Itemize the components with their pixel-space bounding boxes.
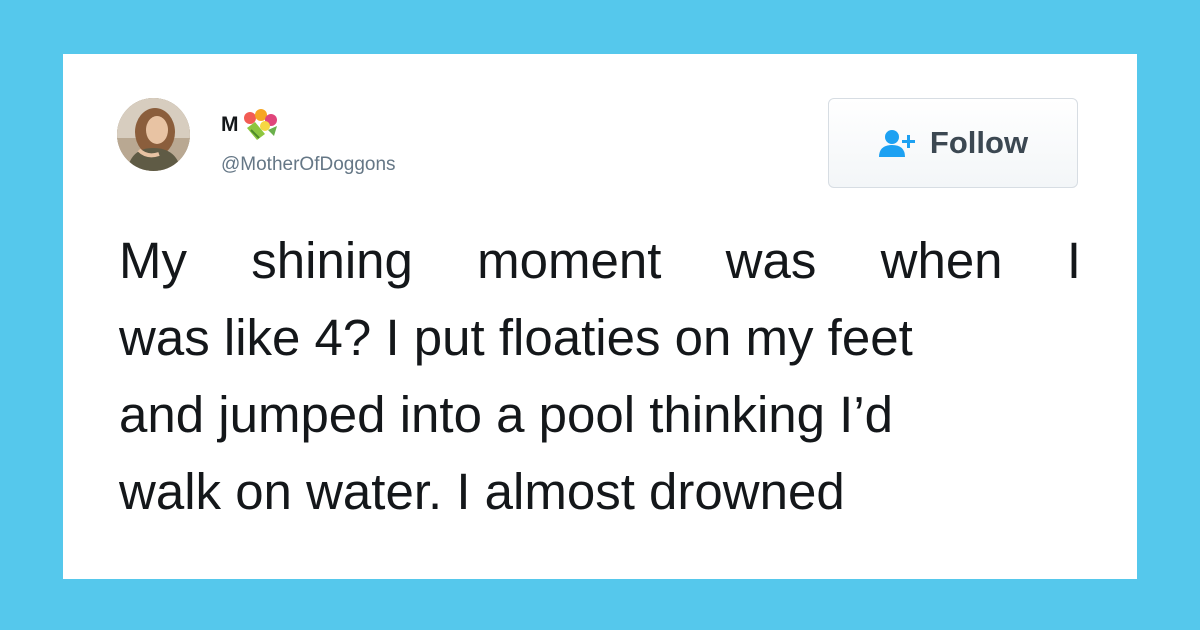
follow-button-label: Follow <box>929 125 1029 160</box>
tweet-line: was like 4? I put floaties on my feet <box>119 309 913 366</box>
user-handle[interactable]: @MotherOfDoggons <box>221 154 396 176</box>
avatar-photo <box>117 98 190 171</box>
follow-button[interactable]: Follow <box>828 98 1078 188</box>
tweet-line: My shining moment was when I <box>119 232 1081 289</box>
add-user-icon <box>878 128 918 158</box>
tweet-line: walk on water. I almost drowned <box>119 463 845 520</box>
display-name-text: M <box>221 113 239 136</box>
avatar[interactable] <box>117 98 190 171</box>
tweet-card: M @MotherOfDoggons Follow My shining mom… <box>63 54 1137 579</box>
tweet-text: My shining moment was when I was like 4?… <box>119 222 1081 530</box>
tweet-line: and jumped into a pool thinking I’d <box>119 386 894 443</box>
display-name[interactable]: M <box>221 108 281 142</box>
tulip-bouquet-icon <box>241 108 281 142</box>
